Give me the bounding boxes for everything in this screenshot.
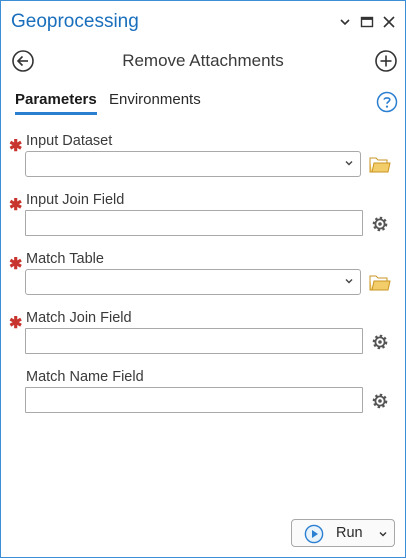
close-icon[interactable] (380, 13, 398, 31)
param-label: Input Join Field (26, 192, 125, 208)
folder-icon[interactable] (368, 154, 392, 176)
folder-icon[interactable] (368, 272, 392, 294)
tab-parameters[interactable]: Parameters (15, 91, 97, 115)
match-join-field-input[interactable] (25, 328, 363, 354)
match-name-field-input[interactable] (25, 387, 363, 413)
pane-options-chevron-icon[interactable] (336, 13, 354, 31)
chevron-down-icon[interactable] (378, 529, 388, 539)
gear-icon[interactable] (368, 390, 392, 412)
param-label: Match Name Field (26, 369, 144, 385)
play-icon (304, 524, 324, 544)
maximize-icon[interactable] (358, 13, 376, 31)
required-indicator: ✱ (9, 138, 23, 155)
gear-icon[interactable] (368, 213, 392, 235)
chevron-down-icon (345, 161, 353, 166)
tool-title: Remove Attachments (122, 51, 284, 70)
param-label: Match Join Field (26, 310, 132, 326)
run-button[interactable]: Run (291, 519, 395, 547)
param-label: Match Table (26, 251, 104, 267)
required-indicator: ✱ (9, 315, 23, 332)
input-dataset-dropdown[interactable] (25, 151, 361, 177)
input-join-field-input[interactable] (25, 210, 363, 236)
add-icon[interactable] (374, 49, 398, 73)
required-indicator: ✱ (9, 197, 23, 214)
run-label: Run (336, 525, 363, 541)
tab-environments[interactable]: Environments (109, 91, 201, 112)
required-indicator: ✱ (9, 256, 23, 273)
help-icon[interactable] (376, 91, 398, 113)
pane-title: Geoprocessing (11, 11, 139, 32)
gear-icon[interactable] (368, 331, 392, 353)
param-label: Input Dataset (26, 133, 113, 149)
pane-titlebar: Geoprocessing (1, 1, 405, 45)
tool-header: Remove Attachments (1, 45, 405, 79)
chevron-down-icon (345, 279, 353, 284)
geoprocessing-pane: Geoprocessing Remove Attachments Paramet… (0, 0, 406, 558)
match-table-dropdown[interactable] (25, 269, 361, 295)
